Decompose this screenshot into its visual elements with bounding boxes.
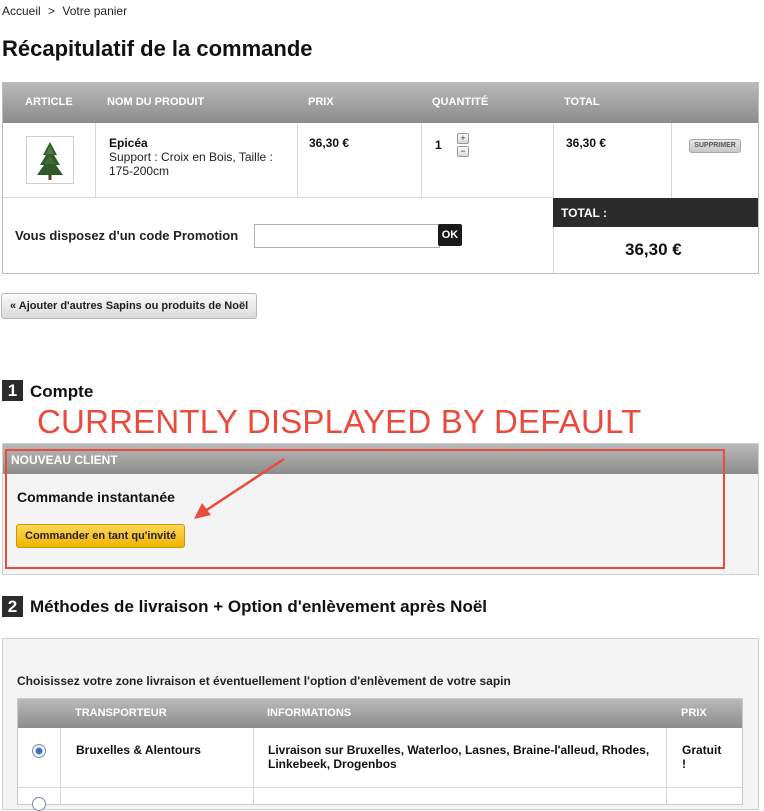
divider [60,728,61,804]
col-quantity: QUANTITÉ [432,96,489,108]
divider [253,728,254,804]
radio-unselected-icon[interactable] [32,797,46,811]
divider [671,123,672,198]
cart-table: ARTICLE NOM DU PRODUIT PRIX QUANTITÉ TOT… [2,82,759,274]
quantity-increment-button[interactable]: + [457,133,469,144]
col-information: INFORMATIONS [267,707,352,719]
promo-code-input[interactable] [254,224,440,248]
quantity-value: 1 [435,138,442,152]
col-product-name: NOM DU PRODUIT [107,96,205,108]
divider [421,123,422,198]
radio-selected-icon[interactable] [32,744,46,758]
step-number-2: 2 [2,596,23,617]
product-name[interactable]: Epicéa [109,136,148,150]
product-details: Support : Croix en Bois, Taille : 175-20… [109,150,273,178]
delivery-instruction: Choisissez votre zone livraison et évent… [17,674,511,688]
total-header: TOTAL : [553,198,758,227]
step2-title: Méthodes de livraison + Option d'enlèvem… [30,597,488,616]
promo-label: Vous disposez d'un code Promotion [15,228,239,243]
carrier-name: Bruxelles & Alentours [76,743,201,757]
product-image[interactable] [26,136,74,184]
col-price: PRIX [308,96,334,108]
divider [95,123,96,198]
divider [3,197,553,198]
step-number-1: 1 [2,380,23,401]
tree-icon [37,142,63,180]
divider [297,123,298,198]
quantity-decrement-button[interactable]: − [457,146,469,157]
total-label: TOTAL : [561,206,607,220]
carrier-header-row: TRANSPORTEUR INFORMATIONS PRIX [18,699,742,728]
col-carrier-price: PRIX [681,707,707,719]
divider [666,728,667,804]
carrier-table: TRANSPORTEUR INFORMATIONS PRIX Bruxelles… [17,698,743,811]
carrier-price: Gratuit ! [682,743,722,771]
add-more-products-button[interactable]: « Ajouter d'autres Sapins ou produits de… [1,293,258,319]
promo-ok-button[interactable]: OK [438,224,462,246]
total-value: 36,30 € [625,240,682,259]
page-title: Récapitulatif de la commande [2,36,313,61]
divider [18,787,742,788]
remove-item-button[interactable]: SUPPRIMER [689,139,741,153]
step1-title: Compte [30,382,94,401]
carrier-info: Livraison sur Bruxelles, Waterloo, Lasne… [268,743,650,771]
annotation-arrow-icon [194,457,285,519]
breadcrumb: Accueil > Votre panier [2,4,131,18]
cart-header-row: ARTICLE NOM DU PRODUIT PRIX QUANTITÉ TOT… [3,83,758,123]
breadcrumb-current: Votre panier [62,4,128,18]
annotation-label: CURRENTLY DISPLAYED BY DEFAULT [37,403,642,440]
annotation-frame [5,449,725,569]
col-carrier: TRANSPORTEUR [75,707,167,719]
col-article: ARTICLE [25,96,73,108]
breadcrumb-separator: > [48,4,56,18]
product-price: 36,30 € [309,136,350,150]
breadcrumb-home-link[interactable]: Accueil [2,4,41,18]
col-total: TOTAL [564,96,600,108]
line-total: 36,30 € [566,136,607,150]
